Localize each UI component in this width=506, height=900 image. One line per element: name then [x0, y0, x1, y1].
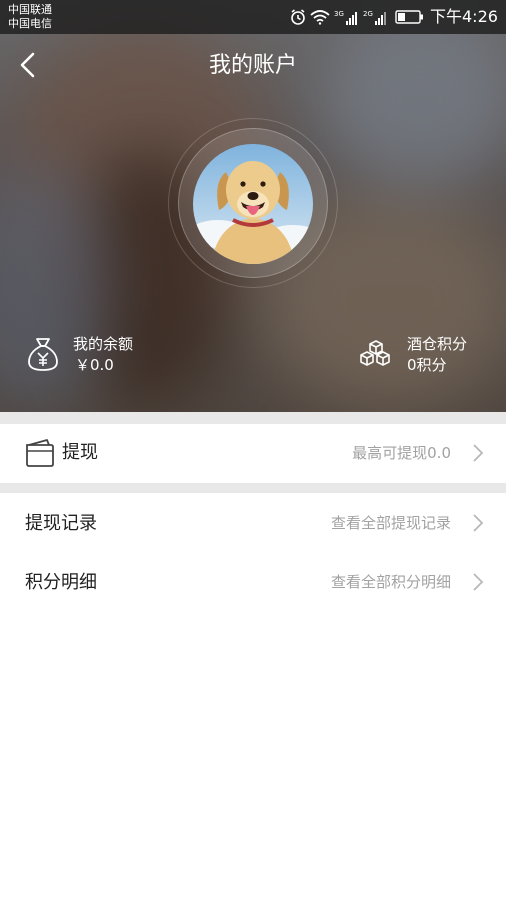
status-time: 下午4:26 — [430, 7, 498, 26]
user-avatar[interactable] — [193, 144, 313, 264]
points-value: 0积分 — [407, 356, 447, 374]
signal-3g-icon — [346, 12, 357, 25]
section-divider — [0, 483, 506, 493]
withdraw-row[interactable]: 提现 最高可提现0.0 — [0, 424, 506, 483]
carrier-name-2: 中国电信 — [8, 17, 52, 30]
signal-2g-icon — [375, 12, 386, 25]
wifi-icon — [310, 10, 330, 25]
balance-value: ￥0.0 — [75, 356, 114, 374]
boxes-icon — [360, 340, 390, 366]
status-icons: 3G 2G — [291, 9, 423, 25]
points-detail-hint: 查看全部积分明细 — [330, 573, 451, 591]
balance-stat[interactable]: 我的余额 ￥0.0 — [26, 334, 186, 378]
alarm-icon — [291, 9, 305, 25]
money-bag-icon — [28, 338, 58, 371]
withdraw-records-label: 提现记录 — [25, 513, 97, 534]
balance-label: 我的余额 — [73, 335, 134, 353]
withdraw-records-row[interactable]: 提现记录 查看全部提现记录 — [0, 493, 506, 553]
dog-avatar-image — [193, 144, 313, 264]
battery-icon — [395, 10, 423, 24]
chevron-right-icon — [473, 514, 484, 532]
chevron-right-icon — [473, 573, 484, 591]
page-title: 我的账户 — [208, 53, 297, 78]
carrier-name-1: 中国联通 — [8, 3, 52, 16]
points-label: 酒仓积分 — [407, 335, 468, 353]
withdraw-hint: 最高可提现0.0 — [352, 444, 451, 462]
points-detail-label: 积分明细 — [25, 572, 97, 593]
network-3g-label: 3G — [334, 10, 344, 18]
status-bar: 中国联通 中国电信 3G 2G 下午4:26 — [0, 0, 506, 34]
wallet-icon — [26, 439, 54, 467]
withdraw-label: 提现 — [62, 442, 98, 463]
chevron-right-icon — [473, 444, 484, 462]
points-detail-row[interactable]: 积分明细 查看全部积分明细 — [0, 553, 506, 613]
section-divider — [0, 412, 506, 424]
withdraw-records-hint: 查看全部提现记录 — [330, 514, 451, 532]
points-stat[interactable]: 酒仓积分 0积分 — [358, 334, 488, 378]
network-2g-label: 2G — [363, 10, 373, 18]
